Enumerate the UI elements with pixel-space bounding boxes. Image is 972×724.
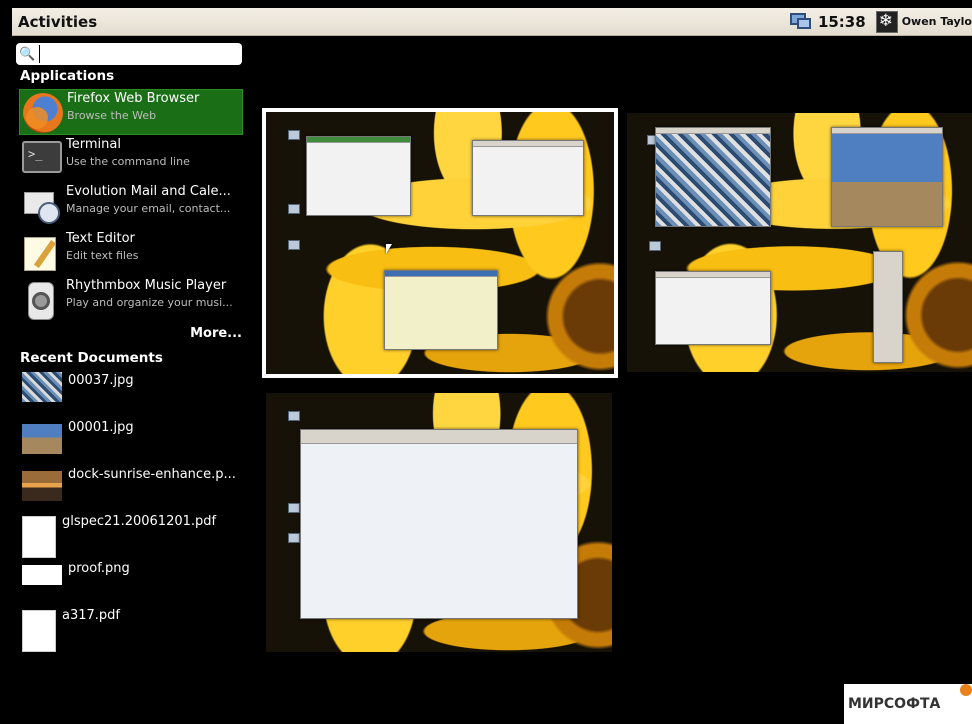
doc-name: glspec21.20061201.pdf xyxy=(62,514,217,529)
search-icon: 🔍 xyxy=(19,46,36,62)
mosque-thumbnail xyxy=(22,424,62,454)
workspace-2[interactable] xyxy=(627,113,972,372)
desktop-icon xyxy=(288,130,300,140)
user-avatar-icon[interactable] xyxy=(875,10,898,33)
network-icon[interactable] xyxy=(789,12,812,31)
top-panel: Activities 15:38 Owen Taylo xyxy=(0,0,972,42)
rhythmbox-icon xyxy=(22,280,62,320)
window-thumbnail[interactable] xyxy=(384,270,498,350)
desktop-icon xyxy=(288,503,300,513)
carpet-thumbnail xyxy=(22,372,62,402)
window-thumbnail[interactable] xyxy=(306,136,411,216)
sunrise-thumbnail xyxy=(22,471,62,501)
clock[interactable]: 15:38 xyxy=(818,13,866,31)
doc-name: proof.png xyxy=(68,561,130,576)
firefox-icon xyxy=(23,93,63,133)
dash-sidebar: 🔍 Applications Firefox Web Browser Brows… xyxy=(12,42,250,724)
window-thumbnail[interactable] xyxy=(831,127,943,227)
recent-documents-heading: Recent Documents xyxy=(20,350,163,366)
activities-button[interactable]: Activities xyxy=(12,13,97,31)
user-menu[interactable]: Owen Taylo xyxy=(902,15,972,28)
more-applications-link[interactable]: More... xyxy=(190,326,242,341)
desktop-icon xyxy=(649,241,661,251)
doc-name: 00037.jpg xyxy=(68,373,134,388)
recent-doc-item[interactable]: 00037.jpg xyxy=(19,369,243,413)
applications-heading: Applications xyxy=(20,68,115,84)
doc-name: a317.pdf xyxy=(62,608,120,623)
app-description: Use the command line xyxy=(66,155,190,168)
watermark-text: МИРСОФТА xyxy=(848,696,941,712)
system-tray: 15:38 Owen Taylo xyxy=(789,8,972,35)
watermark-badge-icon xyxy=(960,684,972,696)
app-item-rhythmbox[interactable]: Rhythmbox Music Player Play and organize… xyxy=(19,277,243,323)
app-item-evolution[interactable]: Evolution Mail and Cale... Manage your e… xyxy=(19,183,243,229)
app-name: Evolution Mail and Cale... xyxy=(66,184,231,199)
workspace-1[interactable] xyxy=(262,108,618,378)
pdf-thumbnail xyxy=(22,516,56,558)
app-item-firefox[interactable]: Firefox Web Browser Browse the Web xyxy=(19,89,243,135)
desktop-icon xyxy=(288,204,300,214)
search-box[interactable]: 🔍 xyxy=(16,43,242,65)
app-description: Manage your email, contact... xyxy=(66,202,231,215)
app-name: Rhythmbox Music Player xyxy=(66,278,227,293)
mouse-pointer-icon xyxy=(386,244,392,254)
recent-doc-item[interactable]: 00001.jpg xyxy=(19,416,243,460)
evolution-icon xyxy=(22,186,62,226)
window-thumbnail[interactable] xyxy=(300,429,578,619)
window-thumbnail[interactable] xyxy=(655,271,771,345)
doc-name: dock-sunrise-enhance.p... xyxy=(68,467,236,482)
app-item-terminal[interactable]: Terminal Use the command line xyxy=(19,136,243,182)
recent-doc-item[interactable]: dock-sunrise-enhance.p... xyxy=(19,463,243,507)
pdf-thumbnail xyxy=(22,610,56,652)
doc-name: 00001.jpg xyxy=(68,420,134,435)
window-thumbnail[interactable] xyxy=(873,251,903,363)
workspace-3[interactable] xyxy=(266,393,612,652)
proof-thumbnail xyxy=(22,565,62,585)
app-name: Text Editor xyxy=(66,231,135,246)
desktop-icon xyxy=(288,240,300,250)
top-bar: Activities 15:38 Owen Taylo xyxy=(12,8,972,36)
app-name: Terminal xyxy=(66,137,121,152)
watermark-logo: МИРСОФТА xyxy=(844,684,972,724)
recent-doc-item[interactable]: glspec21.20061201.pdf xyxy=(19,510,243,558)
terminal-icon xyxy=(22,141,62,173)
window-thumbnail[interactable] xyxy=(655,127,771,227)
app-item-text-editor[interactable]: Text Editor Edit text files xyxy=(19,230,243,276)
app-description: Play and organize your musi... xyxy=(66,296,233,309)
desktop-icon xyxy=(288,533,300,543)
recent-doc-item[interactable]: proof.png xyxy=(19,557,243,601)
text-editor-icon xyxy=(22,233,62,273)
app-name: Firefox Web Browser xyxy=(67,91,200,106)
recent-doc-item[interactable]: a317.pdf xyxy=(19,604,243,652)
desktop-icon xyxy=(288,411,300,421)
app-description: Browse the Web xyxy=(67,109,157,122)
search-input[interactable] xyxy=(39,45,235,63)
app-description: Edit text files xyxy=(66,249,139,262)
window-thumbnail[interactable] xyxy=(472,140,584,216)
